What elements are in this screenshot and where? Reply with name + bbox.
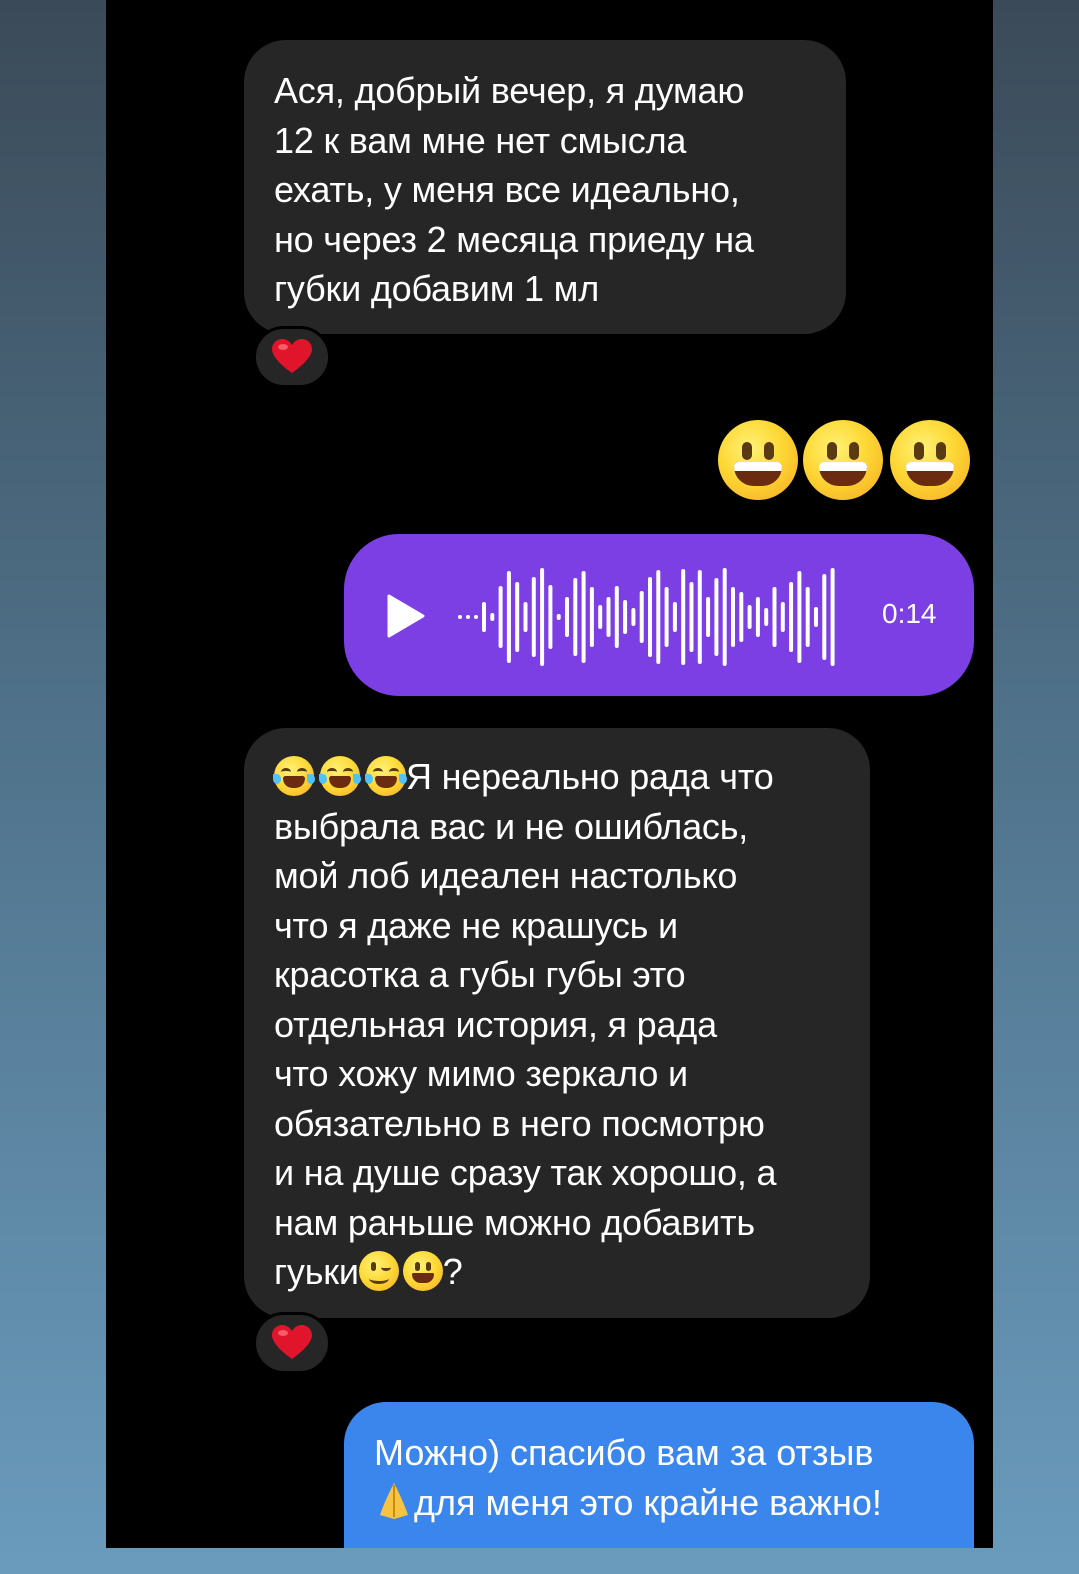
waveform-bar <box>739 592 744 642</box>
waveform-bar <box>589 587 594 647</box>
waveform-bar <box>531 577 536 657</box>
message-text: для меня это крайне важно! <box>414 1482 882 1523</box>
joy-face-icon <box>319 756 361 796</box>
message-line: мой лоб идеален настолько <box>274 855 738 896</box>
waveform-bar <box>639 591 644 643</box>
waveform-bar <box>515 582 520 652</box>
waveform-bar <box>697 570 702 664</box>
waveform-bar <box>797 571 802 663</box>
message-line: красотка а губы губы это <box>274 954 686 995</box>
voice-duration: 0:14 <box>882 598 937 629</box>
waveform-bar <box>789 582 794 652</box>
waveform-bar <box>540 568 545 666</box>
grinning-face-icon <box>718 420 798 500</box>
winking-face-icon <box>358 1251 399 1291</box>
heart-icon <box>272 339 312 373</box>
voice-message-bubble[interactable]: 0:14 <box>344 534 974 696</box>
waveform-bar <box>772 587 777 647</box>
message-reaction[interactable] <box>253 1312 331 1374</box>
message-line: обязательно в него посмотрю <box>274 1102 765 1144</box>
waveform-bar <box>689 582 694 652</box>
waveform-bar <box>498 586 503 648</box>
waveform-bar <box>506 571 511 663</box>
grinning-face-icon <box>890 420 970 500</box>
waveform-bar <box>747 605 752 629</box>
message-line: 12 к вам мне нет смысла <box>274 119 687 161</box>
waveform-bar <box>623 600 628 634</box>
message-line: что я даже не крашусь и <box>274 904 678 946</box>
waveform-bar <box>714 578 719 656</box>
joy-face-icon <box>273 756 315 796</box>
outgoing-message-bubble[interactable]: Можно) спасибо вам за отзыв для меня это… <box>344 1402 974 1548</box>
message-line: отдельная история, я рада <box>274 1003 717 1045</box>
message-text: Я нереально рада что <box>406 756 774 797</box>
message-text: ? <box>442 1251 463 1292</box>
waveform-bar <box>681 569 686 665</box>
waveform-bar <box>722 568 727 666</box>
waveform-bar <box>648 577 652 657</box>
message-line: гуьки? <box>274 1247 850 1297</box>
message-line: что хожу мимо зеркало и <box>274 1053 688 1094</box>
message-line: Я нереально рада что <box>273 752 850 802</box>
heart-icon <box>272 1325 312 1359</box>
waveform-bar <box>664 587 669 647</box>
message-line: и на душе сразу так хорошо, а <box>274 1152 777 1193</box>
waveform-bar <box>830 568 835 666</box>
message-line: губки добавим 1 мл <box>274 268 600 309</box>
message-line: нам раньше можно добавить <box>274 1201 755 1243</box>
folded-hands-icon <box>380 1483 408 1519</box>
message-line: но через 2 месяца приеду на <box>274 218 754 260</box>
waveform-bar <box>631 608 636 626</box>
waveform-bar <box>814 607 818 627</box>
waveform-bar <box>672 602 677 632</box>
waveform-bar <box>490 613 495 621</box>
message-line: для меня это крайне важно! <box>374 1478 944 1528</box>
waveform-bar <box>581 571 586 663</box>
chat-panel: Ася, добрый вечер, я думаю 12 к вам мне … <box>106 0 993 1548</box>
waveform-bar <box>656 570 661 664</box>
waveform-bar <box>606 597 611 637</box>
incoming-message-bubble[interactable]: Ася, добрый вечер, я думаю 12 к вам мне … <box>244 40 846 334</box>
message-line: Ася, добрый вечер, я думаю <box>274 70 745 111</box>
message-reaction[interactable] <box>253 326 331 388</box>
waveform-bar <box>523 602 528 632</box>
waveform-bar <box>466 615 470 619</box>
grinning-face-icon <box>402 1251 443 1291</box>
joy-face-icon <box>365 756 407 796</box>
grinning-face-icon <box>803 420 883 500</box>
waveform-bar <box>764 608 769 626</box>
waveform-bar <box>805 587 810 647</box>
message-line: ехать, у меня все идеально, <box>274 169 740 210</box>
waveform-bar <box>565 597 569 637</box>
play-icon[interactable] <box>386 594 426 638</box>
waveform-bar <box>598 605 603 629</box>
waveform-bar <box>780 602 785 632</box>
waveform-bar <box>548 585 553 649</box>
waveform-bar <box>458 615 462 619</box>
waveform-bar <box>614 586 619 648</box>
waveform-bar <box>556 614 561 620</box>
message-line: выбрала вас и не ошиблась, <box>274 805 749 847</box>
waveform-bar <box>755 597 760 637</box>
waveform-bar <box>482 602 486 632</box>
incoming-message-bubble[interactable]: Я нереально рада что выбрала вас и не ош… <box>244 728 870 1318</box>
audio-waveform[interactable] <box>456 562 856 672</box>
message-text: гуьки <box>274 1251 359 1292</box>
waveform-bar <box>706 597 711 637</box>
message-line: Можно) спасибо вам за отзыв <box>374 1432 874 1473</box>
waveform-bar <box>573 578 578 656</box>
waveform-bar <box>822 574 827 660</box>
waveform-bar <box>731 587 735 647</box>
waveform-bar <box>474 615 478 619</box>
